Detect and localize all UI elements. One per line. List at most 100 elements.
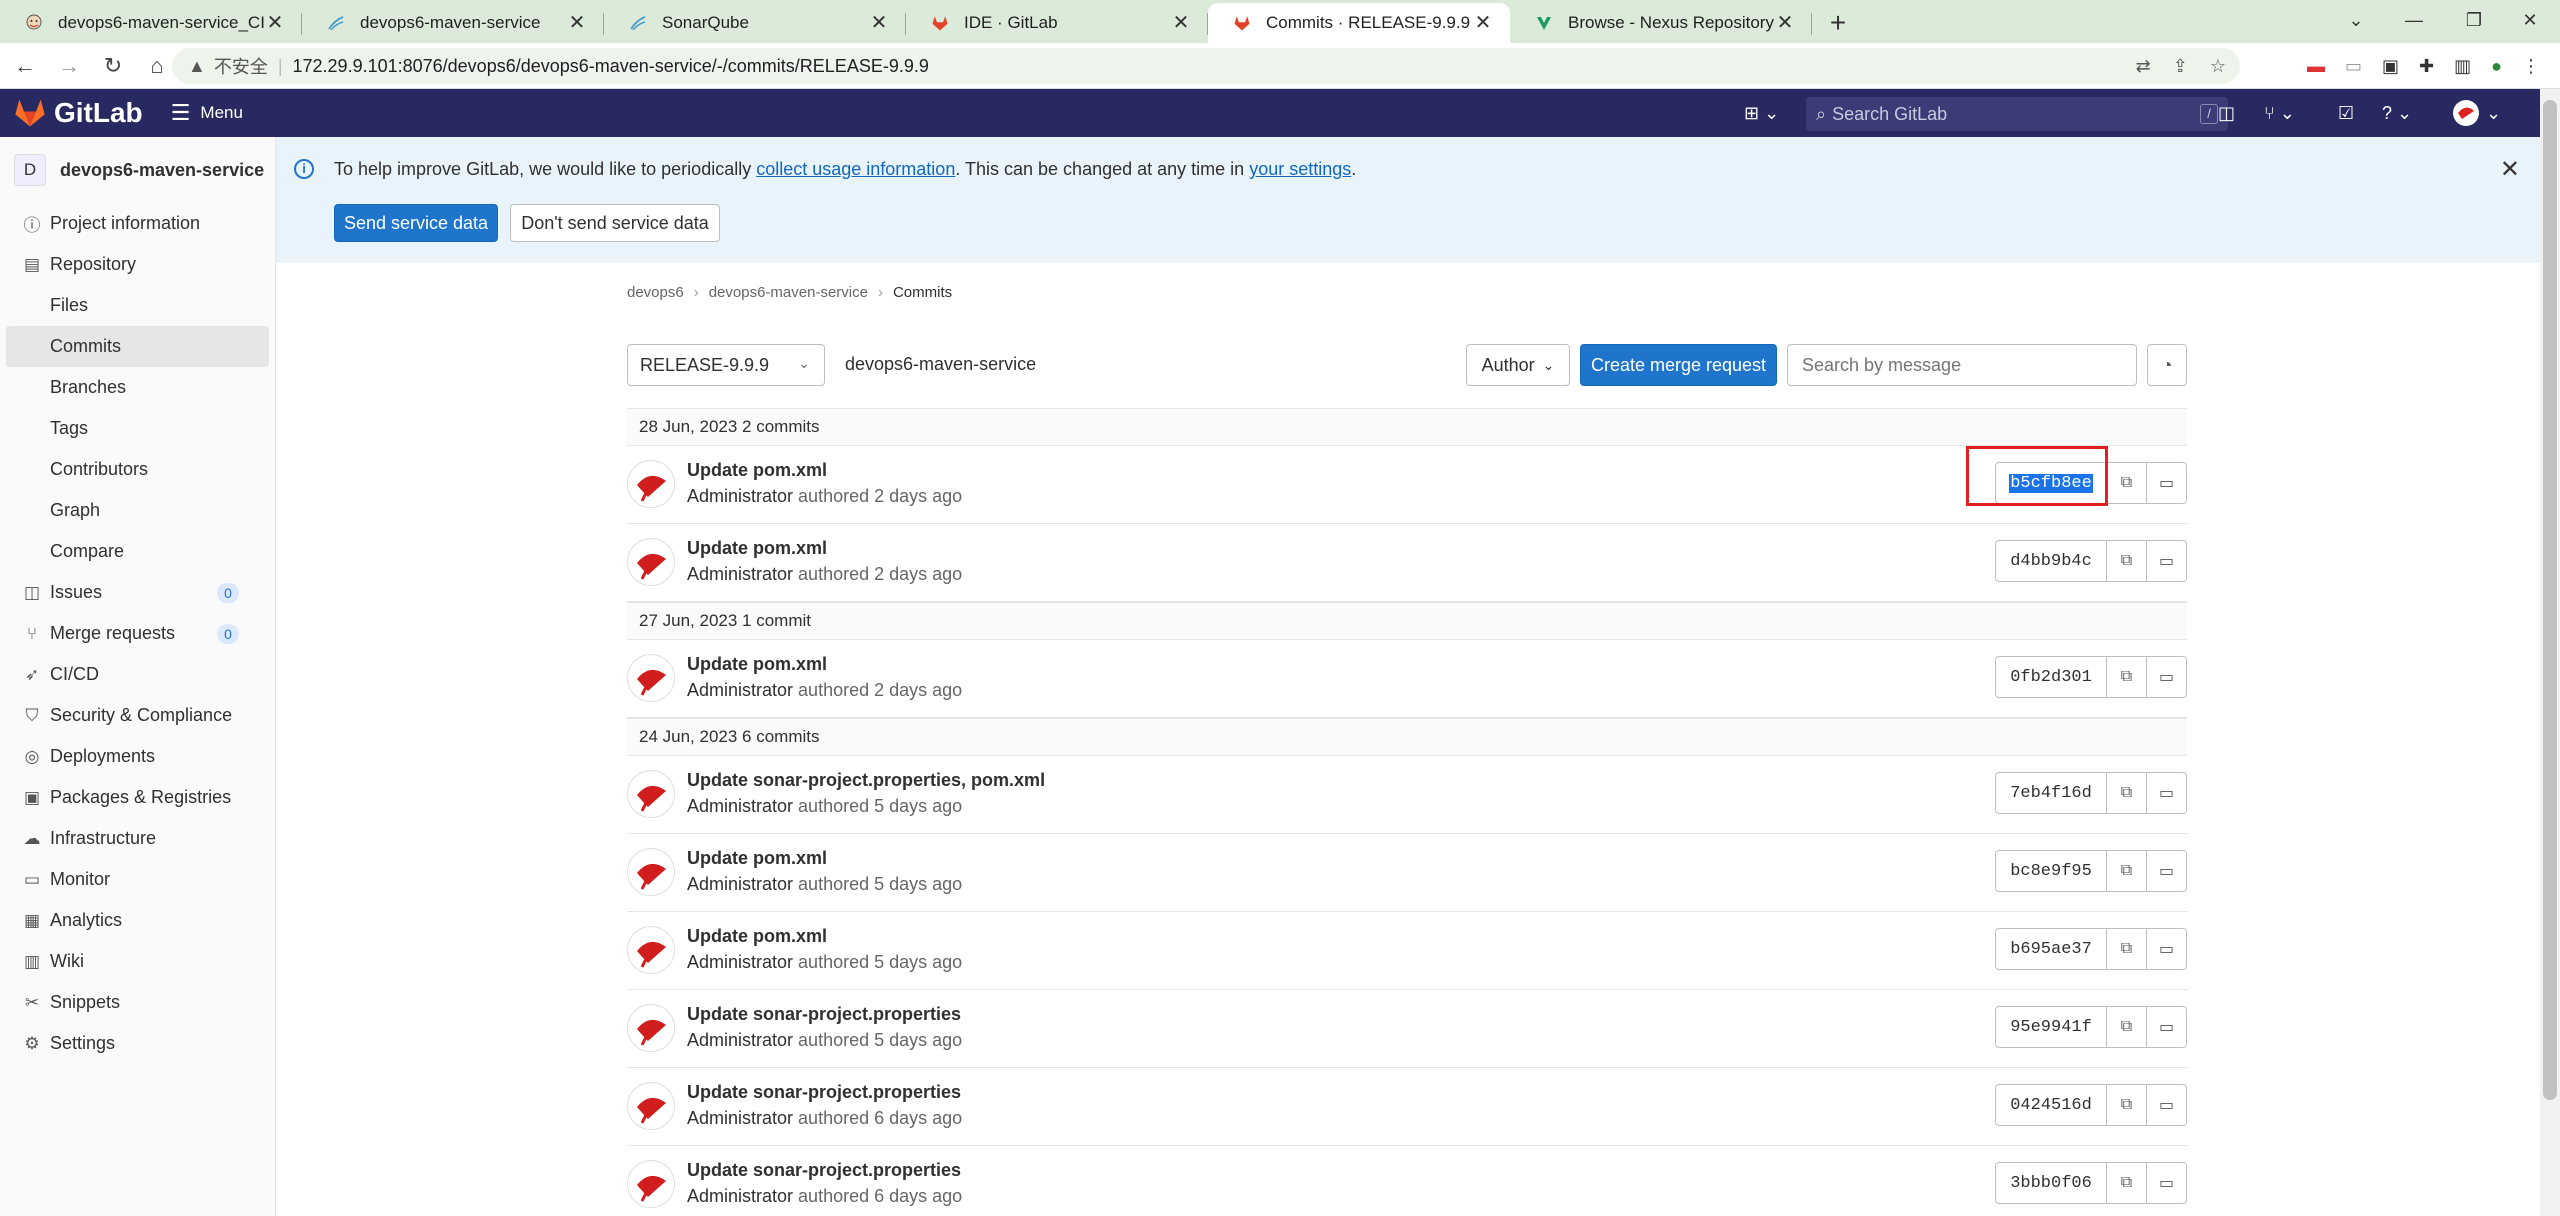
browse-files-button[interactable]: ▭ [2147,1084,2187,1126]
profile-avatar-icon[interactable]: ● [2491,56,2502,77]
new-item-icon[interactable]: ⊞ ⌄ [1744,89,1779,137]
commit-title[interactable]: Update sonar-project.properties, pom.xml [687,770,1045,791]
browse-files-button[interactable]: ▭ [2147,540,2187,582]
gitlab-logo[interactable]: GitLab [14,97,143,129]
sidebar-item-settings[interactable]: ⚙ Settings [0,1023,275,1064]
avatar[interactable] [627,926,675,974]
avatar[interactable] [627,460,675,508]
your-settings-link[interactable]: your settings [1249,159,1351,179]
author-filter-button[interactable]: Author ⌄ [1466,344,1570,386]
sidebar-item-contributors[interactable]: Contributors [0,449,275,490]
commit-title[interactable]: Update sonar-project.properties [687,1160,961,1181]
sidebar-item-merge-requests[interactable]: ⑂ Merge requests 0 [0,613,275,654]
user-avatar[interactable]: ⌄ [2452,89,2501,137]
puzzle-icon[interactable]: ✚ [2419,56,2434,77]
close-window-button[interactable]: ✕ [2500,0,2560,40]
copy-sha-button[interactable]: ⧉ [2107,540,2147,582]
close-icon[interactable]: ✕ [868,12,890,34]
copy-sha-button[interactable]: ⧉ [2107,772,2147,814]
new-tab-button[interactable]: + [1818,3,1858,43]
back-icon[interactable]: ← [6,47,44,85]
sidebar-item-repository[interactable]: ▤ Repository [0,244,275,285]
restore-button[interactable]: ❐ [2444,0,2504,40]
search-input[interactable]: ⌕ Search GitLab / [1806,97,2228,131]
commit-title[interactable]: Update sonar-project.properties [687,1082,961,1103]
browse-files-button[interactable]: ▭ [2147,928,2187,970]
copy-sha-button[interactable]: ⧉ [2107,850,2147,892]
commit-title[interactable]: Update pom.xml [687,460,827,481]
sidebar-item-files[interactable]: Files [0,285,275,326]
commit-author[interactable]: Administrator [687,1108,793,1128]
scrollbar-thumb[interactable] [2543,100,2557,1100]
browser-tab[interactable]: Browse - Nexus Repository M ✕ [1510,3,1812,43]
breadcrumb-item[interactable]: Commits [893,284,952,301]
commit-sha[interactable]: bc8e9f95 [1995,850,2107,892]
commit-sha[interactable]: 0fb2d301 [1995,656,2107,698]
breadcrumb-item[interactable]: devops6 [627,284,684,301]
create-merge-request-button[interactable]: Create merge request [1580,344,1777,386]
sidebar-item-graph[interactable]: Graph [0,490,275,531]
search-by-message-input[interactable] [1787,344,2137,386]
commit-sha[interactable]: 0424516d [1995,1084,2107,1126]
browser-tab[interactable]: devops6-maven-service ✕ [302,3,604,43]
browser-tab[interactable]: IDE · GitLab ✕ [906,3,1208,43]
commit-author[interactable]: Administrator [687,486,793,506]
copy-sha-button[interactable]: ⧉ [2107,462,2147,504]
ref-selector[interactable]: RELEASE-9.9.9 ⌄ [627,344,825,386]
breadcrumb-item[interactable]: devops6-maven-service [709,284,868,301]
insecure-label[interactable]: 不安全 [214,53,268,79]
commit-sha[interactable]: 7eb4f16d [1995,772,2107,814]
reload-icon[interactable]: ↻ [94,47,132,85]
close-icon[interactable]: ✕ [566,12,588,34]
commit-author[interactable]: Administrator [687,952,793,972]
send-service-data-button[interactable]: Send service data [334,204,498,242]
sidebar-item-snippets[interactable]: ✂ Snippets [0,982,275,1023]
commit-author[interactable]: Administrator [687,1186,793,1206]
todo-icon[interactable]: ☑ [2338,89,2354,137]
commit-title[interactable]: Update pom.xml [687,654,827,675]
copy-sha-button[interactable]: ⧉ [2107,928,2147,970]
sidebar-project[interactable]: D devops6-maven-service [0,137,275,203]
browser-tab[interactable]: devops6-maven-service_CI [Je ✕ [0,3,302,43]
commit-author[interactable]: Administrator [687,680,793,700]
close-icon[interactable]: ✕ [2500,155,2520,184]
avatar[interactable] [627,654,675,702]
avatar[interactable] [627,1082,675,1130]
commit-sha[interactable]: b695ae37 [1995,928,2107,970]
extension-icon[interactable]: ▣ [2382,56,2399,77]
collect-usage-link[interactable]: collect usage information [756,159,955,179]
commit-sha[interactable]: 95e9941f [1995,1006,2107,1048]
dont-send-service-data-button[interactable]: Don't send service data [510,204,720,242]
commit-sha[interactable]: 3bbb0f06 [1995,1162,2107,1204]
close-icon[interactable]: ✕ [1170,12,1192,34]
close-icon[interactable]: ✕ [1774,12,1796,34]
commit-title[interactable]: Update sonar-project.properties [687,1004,961,1025]
commit-author[interactable]: Administrator [687,874,793,894]
sidebar-item-security[interactable]: ⛉ Security & Compliance [0,695,275,736]
copy-sha-button[interactable]: ⧉ [2107,1084,2147,1126]
sidebar-item-infrastructure[interactable]: ☁ Infrastructure [0,818,275,859]
more-icon[interactable]: ⋮ [2522,56,2540,77]
sidepanel-icon[interactable]: ▥ [2454,56,2471,77]
avatar[interactable] [627,1004,675,1052]
rss-feed-button[interactable]: ◔ [2147,344,2187,386]
sidebar-item-packages[interactable]: ▣ Packages & Registries [0,777,275,818]
avatar[interactable] [627,848,675,896]
merge-request-icon[interactable]: ⑂ ⌄ [2264,89,2295,137]
browse-files-button[interactable]: ▭ [2147,656,2187,698]
close-icon[interactable]: ✕ [1472,12,1494,34]
issues-icon[interactable]: ◫ [2218,89,2235,137]
translate-icon[interactable]: ⇄ [2136,56,2151,77]
commit-sha[interactable]: d4bb9b4c [1995,540,2107,582]
copy-sha-button[interactable]: ⧉ [2107,1162,2147,1204]
help-icon[interactable]: ? ⌄ [2382,89,2412,137]
sidebar-item-compare[interactable]: Compare [0,531,275,572]
extension-icon[interactable]: ▭ [2345,56,2362,77]
browse-files-button[interactable]: ▭ [2147,850,2187,892]
commit-title[interactable]: Update pom.xml [687,926,827,947]
bookmark-star-icon[interactable]: ☆ [2210,56,2226,77]
commit-title[interactable]: Update pom.xml [687,848,827,869]
sidebar-item-commits[interactable]: Commits [6,326,269,367]
browse-files-button[interactable]: ▭ [2147,1006,2187,1048]
browse-files-button[interactable]: ▭ [2147,1162,2187,1204]
